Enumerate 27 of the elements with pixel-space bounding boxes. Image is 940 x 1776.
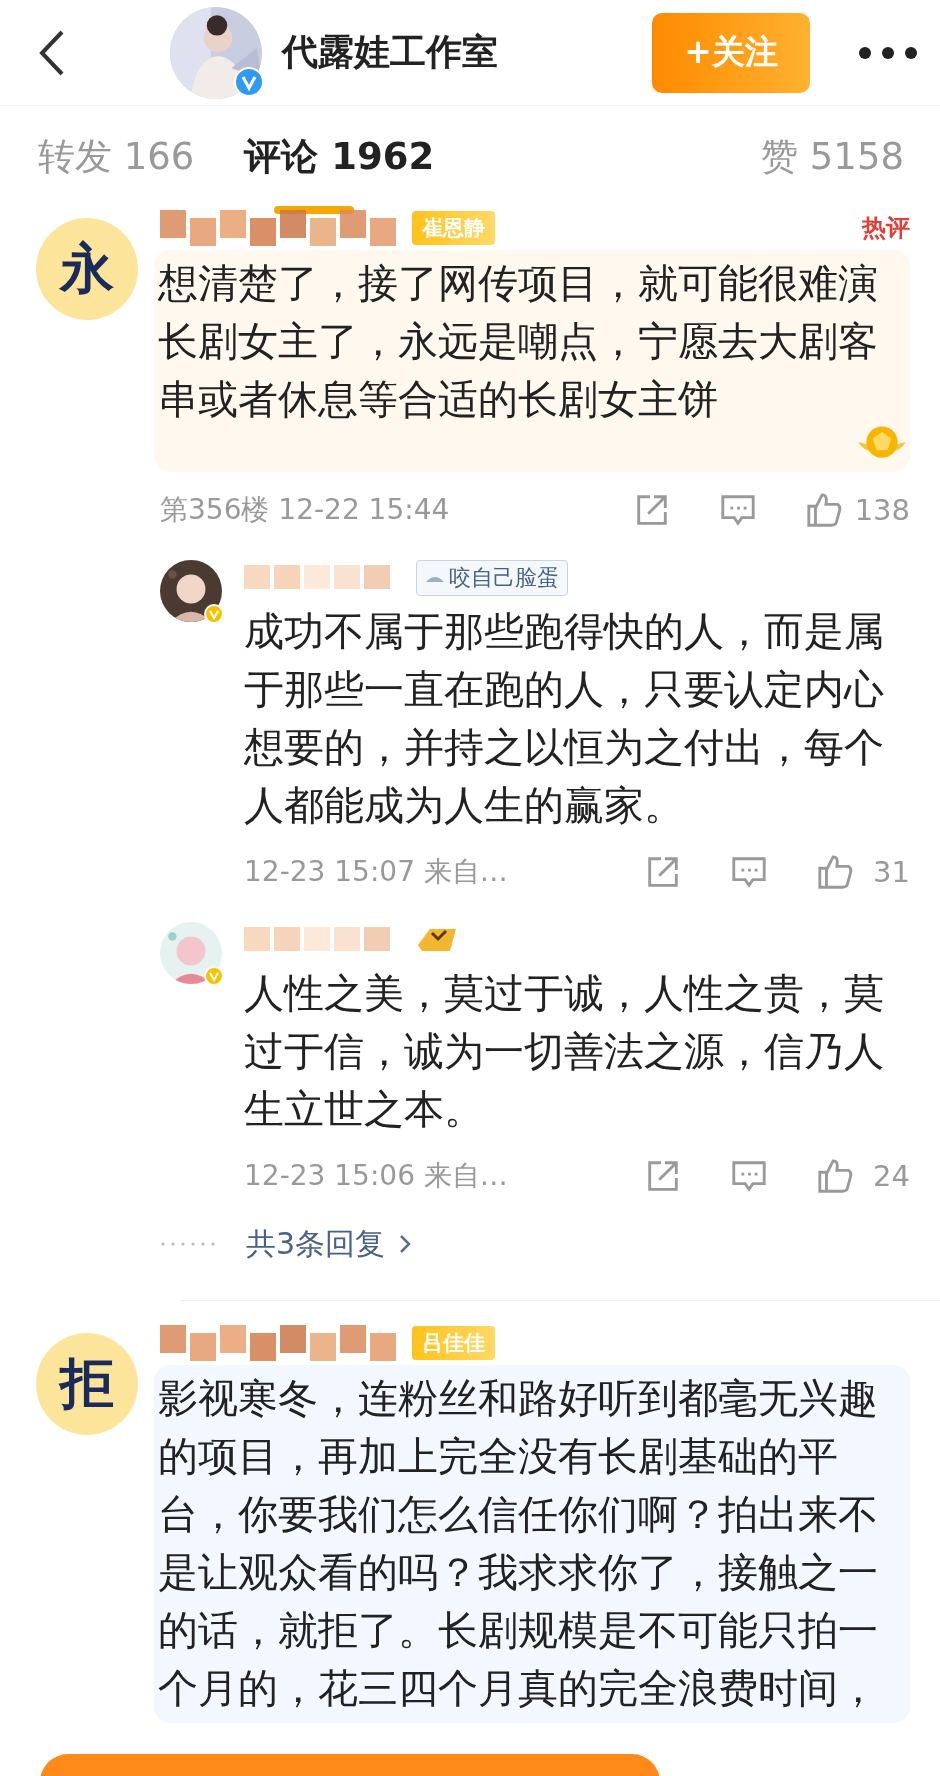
avatar: 拒 (36, 1333, 138, 1435)
more-icon[interactable] (858, 45, 918, 60)
comment-meta: 第356楼 12-22 15:44 (160, 492, 451, 528)
like-count: 138 (854, 493, 910, 527)
tab[interactable]: 评论 1962 (244, 132, 435, 182)
reply-text: 成功不属于那些跑得快的人，而是属于那些一直在跑的人，只要认定内心想要的，并持之以恒为之付出，每个人都能成为人生的赢家。 (244, 607, 885, 830)
reply-meta: 12-23 15:06 来自… (244, 1158, 509, 1194)
like-icon[interactable] (816, 1157, 854, 1195)
more-replies-link[interactable]: 共3条回复 (246, 1223, 412, 1265)
hot-label: 热评 (862, 213, 910, 244)
like-count: 24 (872, 1159, 910, 1193)
fan-tag: 崔恩静 (412, 211, 495, 245)
account-name: 代露娃工作室 (282, 30, 499, 74)
fan-tag: 吕佳佳 (412, 1326, 495, 1360)
follow-button[interactable]: +关注 (652, 12, 810, 93)
tab[interactable]: 赞 5158 (761, 132, 904, 182)
tab[interactable]: 转发 166 (38, 132, 195, 182)
reply-meta: 12-23 15:07 来自… (244, 854, 509, 890)
comment-text: 影视寒冬，连粉丝和路好听到都毫无兴趣的项目，再加上完全没有长剧基础的平台，你要我们怎么信任你们啊？拍出来不是让观众看的吗？我求求你了，接触之一的话，就拒了。长剧规模是不可能只拍一个月的，花三四个月真的完全浪费时间， (158, 1374, 879, 1713)
avatar: 永 (36, 218, 138, 320)
like-icon[interactable] (804, 491, 843, 529)
like-count: 31 (872, 855, 910, 889)
fan-tag: 咬自己脸蛋 (416, 560, 568, 596)
comment-text: 想清楚了，接了网传项目，就可能很难演长剧女主了，永远是嘲点，宁愿去大剧客串或者休息等合适的长剧女主饼 (158, 259, 879, 424)
reply-text: 人性之美，莫过于诚，人性之贵，莫过于信，诚为一切善法之源，信乃人生立世之本。 (244, 969, 885, 1134)
chevron-icon (399, 1234, 412, 1254)
like-icon[interactable] (816, 853, 854, 891)
